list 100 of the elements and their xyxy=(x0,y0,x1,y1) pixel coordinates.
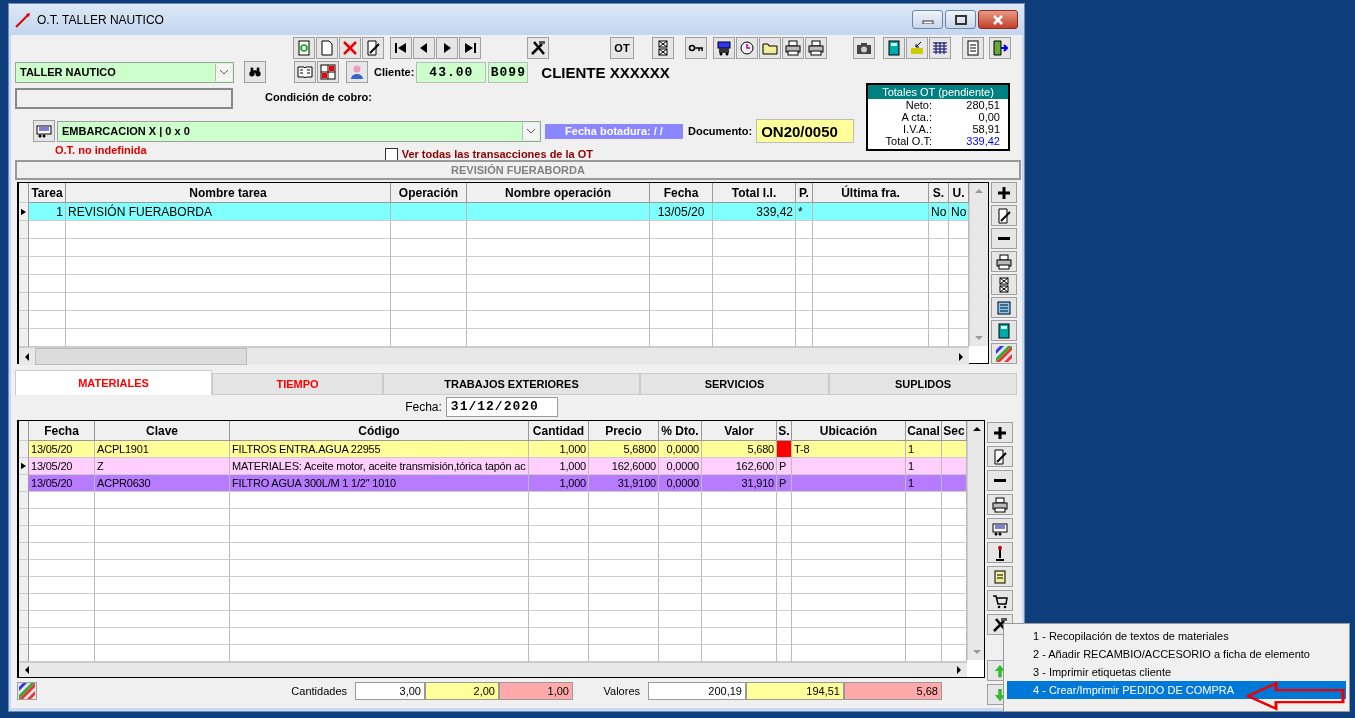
empty-cell xyxy=(777,526,792,543)
date-field[interactable]: 31/12/2020 xyxy=(445,396,558,417)
cart-button[interactable] xyxy=(987,590,1013,611)
table-cell: 31,910 xyxy=(702,475,777,492)
row-header[interactable] xyxy=(19,458,29,475)
empty-cell xyxy=(589,577,659,594)
book-icon xyxy=(297,64,313,80)
empty-cell xyxy=(589,492,659,509)
empty-cell xyxy=(906,526,942,543)
table-icon xyxy=(932,40,948,56)
plus-button[interactable] xyxy=(987,422,1013,443)
camera-icon xyxy=(856,40,872,56)
printer-button[interactable] xyxy=(805,37,827,59)
document-button[interactable] xyxy=(962,37,984,59)
document-field[interactable]: ON20/0050 xyxy=(756,119,855,143)
delete-button[interactable] xyxy=(339,37,361,59)
minus-button[interactable] xyxy=(991,228,1017,249)
calculator-icon xyxy=(886,40,902,56)
maximize-button[interactable] xyxy=(945,10,976,29)
tools-button[interactable] xyxy=(527,37,549,59)
colors-button[interactable] xyxy=(17,681,37,700)
last-record-button[interactable] xyxy=(459,37,481,59)
menu-item[interactable]: 2 - Añadir RECAMBIO/ACCESORIO a ficha de elemento xyxy=(1007,645,1346,663)
grid-icon xyxy=(655,40,671,56)
empty-cell xyxy=(906,577,942,594)
empty-cell xyxy=(906,628,942,645)
menu-item[interactable]: 1 - Recopilación de textos de materiales xyxy=(1007,627,1346,645)
table-row[interactable]: 13/05/20 ACPL1901 FILTROS ENTRA.AGUA 22955 1,000 5,6800 0,0000 5,680 T-8 1 xyxy=(19,441,967,458)
workshop-dropdown[interactable]: TALLER NAUTICO xyxy=(15,61,234,83)
exit-icon xyxy=(992,40,1008,56)
value-total: 200,19 xyxy=(648,681,746,700)
customer-button[interactable] xyxy=(346,61,368,83)
search-button[interactable] xyxy=(244,61,266,83)
tab[interactable]: SERVICIOS xyxy=(640,373,829,395)
empty-cell xyxy=(659,509,702,526)
stack-button[interactable] xyxy=(906,37,928,59)
plus-button[interactable] xyxy=(991,182,1017,203)
calculator-button[interactable] xyxy=(991,320,1017,341)
vertical-scrollbar[interactable] xyxy=(969,183,988,346)
horizontal-scrollbar[interactable] xyxy=(19,662,967,677)
edit-button[interactable] xyxy=(991,205,1017,226)
table-row[interactable]: 1 REVISIÓN FUERABORDA 13/05/20 339,42 * No No xyxy=(19,203,969,221)
clock-button[interactable] xyxy=(736,37,758,59)
table-row[interactable]: 13/05/20 Z MATERIALES: Aceite motor, aceite transmisión,tórica tapón ac 1,000 162,6000 0,0000 162,600 P 1 xyxy=(19,458,967,475)
grid-button[interactable] xyxy=(652,37,674,59)
exit-button[interactable] xyxy=(989,37,1011,59)
calculator-button[interactable] xyxy=(883,37,905,59)
numbers-button[interactable] xyxy=(317,61,339,83)
checkbox[interactable] xyxy=(384,147,398,161)
client-code-field[interactable]: 43.00 xyxy=(416,61,487,83)
refresh-button[interactable] xyxy=(293,37,315,59)
empty-cell xyxy=(659,594,702,611)
colors-button[interactable] xyxy=(991,343,1017,364)
new-document-button[interactable] xyxy=(316,37,338,59)
edit-icon xyxy=(992,448,1008,465)
ot-button[interactable]: OT xyxy=(610,37,634,59)
empty-cell xyxy=(929,293,949,311)
previous-button[interactable] xyxy=(413,37,435,59)
next-button[interactable] xyxy=(436,37,458,59)
scroll-button[interactable] xyxy=(987,566,1013,587)
client-ref-field[interactable]: B099 xyxy=(488,61,529,83)
table-row[interactable]: 13/05/20 ACPR0630 FILTRO AGUA 300L/M 1 1/2" 1010 1,000 31,9100 0,0000 31,910 P 1 xyxy=(19,475,967,492)
folder-button[interactable] xyxy=(759,37,781,59)
printer-button[interactable] xyxy=(991,251,1017,272)
tab[interactable]: MATERIALES xyxy=(15,370,212,395)
printer-button[interactable] xyxy=(782,37,804,59)
first-record-button[interactable] xyxy=(390,37,412,59)
horizontal-scrollbar[interactable] xyxy=(19,347,969,365)
key-button[interactable] xyxy=(685,37,707,59)
empty-cell xyxy=(589,509,659,526)
scroll-right-icon xyxy=(959,352,963,361)
empty-field[interactable] xyxy=(15,88,233,109)
list-button[interactable] xyxy=(991,297,1017,318)
menu-item[interactable]: 4 - Crear/Imprimir PEDIDO DE COMPRA xyxy=(1007,681,1346,699)
table-button[interactable] xyxy=(929,37,951,59)
edit-button[interactable] xyxy=(362,37,384,59)
vertical-scrollbar[interactable] xyxy=(967,421,984,660)
total-label: Neto: xyxy=(904,99,932,111)
minus-icon xyxy=(994,479,1006,482)
tab[interactable]: TRABAJOS EXTERIORES xyxy=(383,373,640,395)
menu-item[interactable]: 3 - Imprimir etiquetas cliente xyxy=(1007,663,1346,681)
boat-button[interactable] xyxy=(987,518,1013,539)
grid-button[interactable] xyxy=(991,274,1017,295)
camera-button[interactable] xyxy=(853,37,875,59)
window-title: O.T. TALLER NAUTICO xyxy=(37,12,164,27)
boat-button[interactable] xyxy=(33,120,55,142)
empty-cell xyxy=(659,560,702,577)
vessel-dropdown[interactable]: EMBARCACION X | 0 x 0 xyxy=(57,120,541,142)
printer-button[interactable] xyxy=(987,494,1013,515)
book-button[interactable] xyxy=(294,61,316,83)
empty-cell xyxy=(529,492,589,509)
value-total: 194,51 xyxy=(746,681,844,700)
close-button[interactable] xyxy=(978,10,1018,29)
table-cell: 31,9100 xyxy=(589,475,659,492)
tab[interactable]: SUPLIDOS xyxy=(829,373,1017,395)
row-header[interactable] xyxy=(19,203,29,221)
minus-button[interactable] xyxy=(987,470,1013,491)
edit-button[interactable] xyxy=(987,446,1013,467)
vehicle-button[interactable] xyxy=(713,37,735,59)
stack-icon xyxy=(909,40,925,56)
